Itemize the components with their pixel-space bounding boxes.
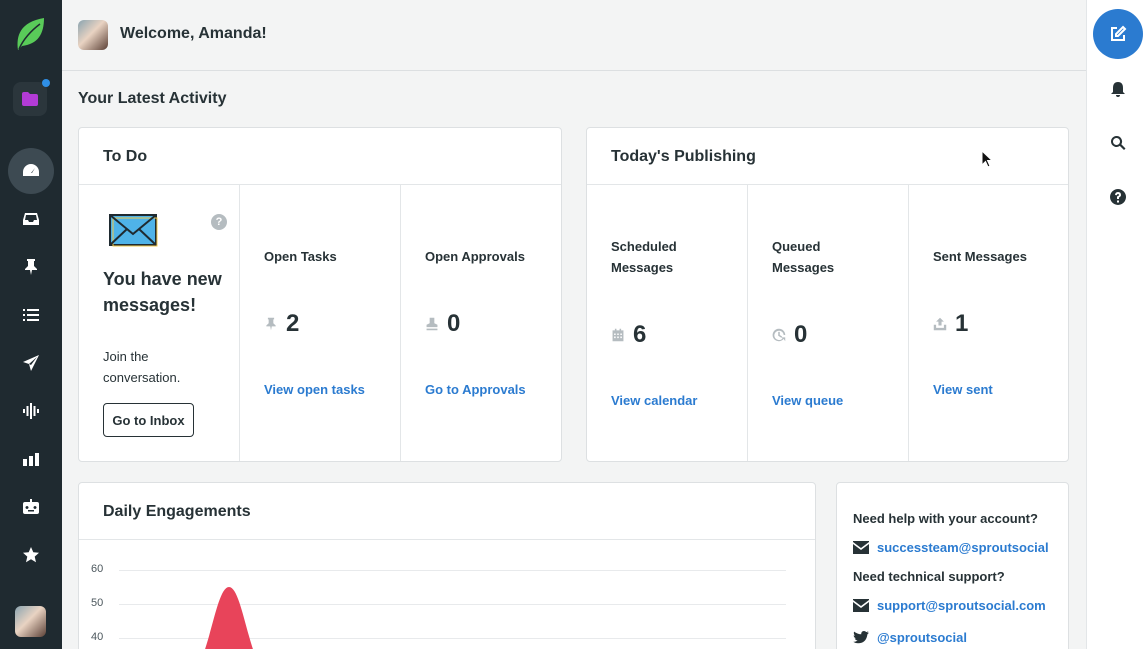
nav-tasks[interactable]	[8, 244, 54, 290]
success-team-email: successteam@sproutsocial	[877, 540, 1049, 555]
search-icon	[1111, 135, 1126, 150]
view-open-tasks-link[interactable]: View open tasks	[264, 382, 365, 397]
dashboard-icon	[23, 164, 39, 176]
open-tasks-count: 2	[286, 310, 300, 337]
scheduled-messages-count: 6	[633, 321, 647, 348]
go-to-approvals-link[interactable]: Go to Approvals	[425, 382, 526, 397]
section-title: Your Latest Activity	[78, 90, 227, 107]
nav-reports[interactable]	[8, 436, 54, 482]
reports-icon	[23, 453, 39, 466]
page-header: Welcome, Amanda!	[62, 0, 1086, 71]
right-rail	[1086, 0, 1148, 649]
upload-icon	[933, 317, 947, 331]
engagements-chart: 60 50 40	[79, 540, 815, 649]
listening-icon	[23, 403, 39, 419]
bell-icon	[1111, 82, 1125, 97]
pin-icon	[266, 317, 276, 331]
folder-switcher-button[interactable]	[13, 82, 47, 116]
view-sent-link[interactable]: View sent	[933, 382, 993, 397]
scheduled-messages-value: 6	[611, 321, 646, 349]
star-icon	[23, 547, 39, 563]
send-icon	[23, 355, 39, 371]
mouse-cursor-icon	[981, 150, 993, 168]
twitter-handle-link[interactable]: @sproutsocial	[853, 630, 967, 645]
folder-icon	[22, 92, 38, 106]
search-button[interactable]	[1109, 134, 1127, 152]
left-nav	[0, 0, 62, 649]
calendar-icon	[612, 328, 624, 342]
go-to-inbox-button[interactable]: Go to Inbox	[103, 403, 194, 437]
support-email: support@sproutsocial.com	[877, 598, 1046, 613]
queued-messages-label: Queued Messages	[772, 239, 835, 275]
view-queue-link[interactable]: View queue	[772, 393, 843, 408]
notification-dot	[42, 79, 50, 87]
divider	[908, 185, 909, 461]
welcome-text: Welcome, Amanda!	[120, 25, 267, 42]
notifications-button[interactable]	[1109, 80, 1127, 98]
help-card: Need help with your account? successteam…	[836, 482, 1069, 649]
publishing-card: Today's Publishing Scheduled Messages 6 …	[586, 127, 1069, 462]
todo-card: To Do ? You have new messages! Join the …	[78, 127, 562, 462]
account-help-question: Need help with your account?	[853, 511, 1038, 526]
nav-home[interactable]	[8, 148, 54, 194]
new-messages-headline: You have new messages!	[103, 269, 222, 315]
sent-messages-count: 1	[955, 310, 969, 337]
queued-messages-count: 0	[794, 321, 808, 348]
open-approvals-label: Open Approvals	[425, 249, 525, 264]
user-avatar[interactable]	[15, 606, 46, 637]
nav-bots[interactable]	[8, 484, 54, 530]
pin-icon	[25, 259, 37, 275]
queue-icon	[772, 328, 786, 342]
bot-icon	[23, 499, 39, 514]
twitter-handle: @sproutsocial	[877, 630, 967, 645]
nav-reviews[interactable]	[8, 532, 54, 578]
compose-icon	[1111, 25, 1127, 41]
question-circle-icon	[1110, 189, 1126, 205]
chart-svg	[205, 587, 253, 649]
nav-publishing[interactable]	[8, 340, 54, 386]
open-approvals-count: 0	[447, 310, 461, 337]
todo-title: To Do	[103, 148, 148, 165]
inbox-icon	[23, 213, 39, 225]
mail-icon	[853, 541, 869, 554]
compose-button[interactable]	[1093, 9, 1143, 59]
support-email-link[interactable]: support@sproutsocial.com	[853, 598, 1046, 613]
divider	[79, 184, 561, 185]
nav-lists[interactable]	[8, 292, 54, 338]
open-tasks-value: 2	[264, 310, 299, 338]
mail-icon	[853, 599, 869, 612]
success-team-email-link[interactable]: successteam@sproutsocial	[853, 540, 1049, 555]
technical-support-question: Need technical support?	[853, 569, 1005, 584]
list-icon	[23, 309, 39, 321]
scheduled-messages-label: Scheduled Messages	[611, 239, 677, 275]
divider	[400, 185, 401, 461]
view-calendar-link[interactable]: View calendar	[611, 393, 697, 408]
help-icon[interactable]: ?	[211, 214, 227, 230]
divider	[587, 184, 1068, 185]
nav-listening[interactable]	[8, 388, 54, 434]
daily-engagements-title: Daily Engagements	[103, 503, 251, 520]
engagement-area	[205, 587, 253, 649]
divider	[747, 185, 748, 461]
nav-inbox[interactable]	[8, 196, 54, 242]
open-tasks-label: Open Tasks	[264, 249, 337, 264]
open-approvals-value: 0	[425, 310, 460, 338]
publishing-title: Today's Publishing	[611, 148, 756, 165]
stamp-icon	[426, 317, 438, 331]
new-messages-subtext: Join the conversation.	[103, 349, 181, 385]
queued-messages-value: 0	[772, 321, 807, 349]
twitter-icon	[853, 631, 869, 644]
sent-messages-label: Sent Messages	[933, 249, 1027, 264]
avatar	[78, 20, 108, 50]
sent-messages-value: 1	[933, 310, 968, 338]
envelope-icon	[109, 214, 158, 247]
help-button[interactable]	[1109, 188, 1127, 206]
sprout-logo[interactable]	[14, 16, 46, 52]
divider	[239, 185, 240, 461]
daily-engagements-card: Daily Engagements 60 50 40	[78, 482, 816, 649]
